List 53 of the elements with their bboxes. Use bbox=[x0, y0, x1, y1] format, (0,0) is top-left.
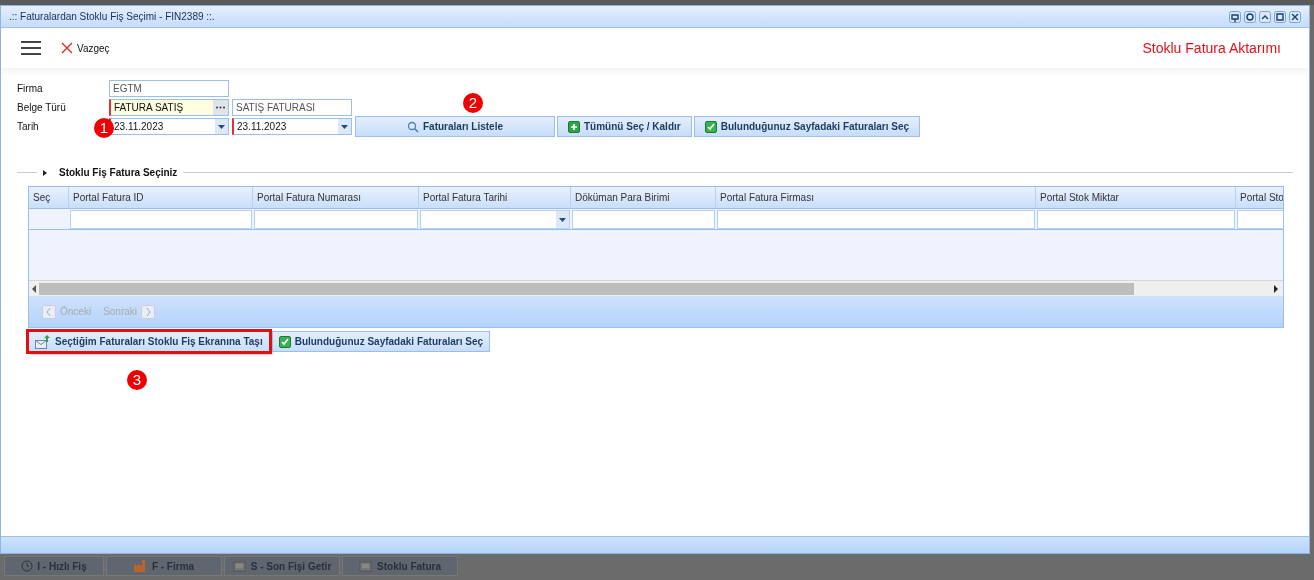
step-number-badge: 3 bbox=[127, 370, 147, 390]
document-icon bbox=[359, 560, 374, 572]
document-icon bbox=[232, 560, 247, 572]
column-header[interactable]: Portal Fatura ID bbox=[69, 187, 253, 208]
field-label: Tarih bbox=[17, 120, 40, 134]
checkmark-icon bbox=[704, 120, 717, 133]
close-icon[interactable] bbox=[1289, 10, 1301, 23]
toolbar-button[interactable]: Bulunduğunuz Sayfadaki Faturaları Seç bbox=[693, 116, 921, 137]
close-icon bbox=[61, 42, 73, 54]
checkmark-icon bbox=[278, 335, 291, 348]
column-header[interactable]: Döküman Para Birimi bbox=[571, 187, 716, 208]
clock-icon bbox=[21, 560, 34, 572]
factory-icon bbox=[133, 560, 148, 572]
lookup-field[interactable]: FATURA SATIŞ bbox=[109, 99, 229, 116]
date-field[interactable]: 23.11.2023 bbox=[109, 118, 229, 135]
scroll-right-icon[interactable] bbox=[1271, 284, 1281, 293]
scrollbar-thumb[interactable] bbox=[39, 282, 1134, 295]
field-label: Belge Türü bbox=[17, 101, 67, 115]
cancel-button[interactable]: Vazgeç bbox=[61, 40, 110, 56]
date-field[interactable]: 23.11.2023 bbox=[232, 118, 352, 135]
column-header[interactable]: Portal Sto bbox=[1236, 187, 1283, 208]
collapse-arrow-icon[interactable] bbox=[41, 168, 49, 177]
envelope-arrow-icon bbox=[35, 334, 51, 349]
action-button[interactable]: Seçtiğim Faturaları Stoklu Fiş Ekranına Taşı bbox=[28, 331, 270, 352]
step-number-badge: 1 bbox=[94, 118, 114, 138]
horizontal-scrollbar[interactable] bbox=[29, 280, 1283, 296]
filter-field[interactable] bbox=[572, 209, 715, 229]
menu-icon[interactable] bbox=[21, 41, 41, 55]
page-title: Stoklu Fatura Aktarımı bbox=[1142, 38, 1281, 58]
toolbar-button[interactable]: Faturaları Listele bbox=[355, 116, 555, 137]
input-field[interactable]: SATIŞ FATURASI bbox=[232, 99, 352, 116]
column-header[interactable]: Portal Fatura Tarihi bbox=[419, 187, 571, 208]
filter-field[interactable] bbox=[1037, 209, 1235, 229]
search-icon bbox=[407, 120, 419, 133]
filter-field[interactable] bbox=[254, 209, 418, 229]
filter-field[interactable] bbox=[70, 209, 252, 229]
column-header[interactable]: Seç bbox=[29, 187, 69, 208]
filter-field[interactable] bbox=[717, 209, 1035, 229]
field-label: Firma bbox=[17, 82, 44, 96]
action-button[interactable]: Bulunduğunuz Sayfadaki Faturaları Seç bbox=[271, 331, 491, 352]
toolbar-button[interactable]: Tümünü Seç / Kaldır bbox=[557, 116, 692, 137]
column-header[interactable]: Portal Fatura Firması bbox=[716, 187, 1036, 208]
column-header[interactable]: Portal Fatura Numarası bbox=[253, 187, 419, 208]
maximize-icon[interactable] bbox=[1274, 10, 1286, 23]
input-field[interactable]: EGTM bbox=[109, 80, 229, 97]
collapse-icon[interactable] bbox=[1259, 10, 1271, 23]
ellipsis-icon[interactable] bbox=[213, 100, 228, 115]
column-header[interactable]: Portal Stok Miktar bbox=[1036, 187, 1236, 208]
window-title: .:: Faturalardan Stoklu Fiş Seçimi - FIN2389 ::. bbox=[9, 10, 216, 24]
plus-icon bbox=[568, 120, 580, 133]
step-number-badge: 2 bbox=[463, 93, 483, 113]
filter-field[interactable] bbox=[1237, 209, 1283, 229]
section-title: Stoklu Fiş Fatura Seçiniz bbox=[58, 166, 179, 180]
